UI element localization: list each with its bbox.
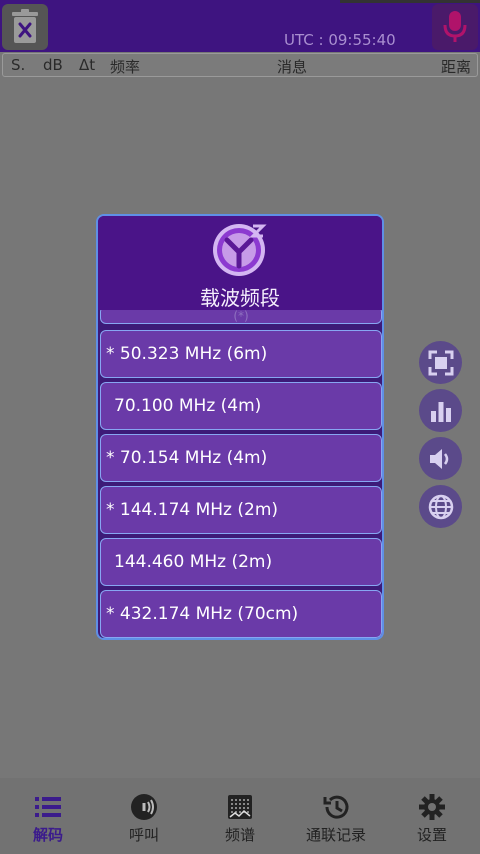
band-item[interactable]: (*) (100, 310, 382, 324)
band-item[interactable]: * 70.154 MHz (4m) (100, 434, 382, 482)
dialog-header: 载波频段 (98, 216, 382, 310)
gear-icon (417, 792, 447, 822)
globe-icon (428, 494, 453, 519)
band-item-label: (*) (233, 310, 249, 323)
nav-spectrum[interactable]: 频谱 (192, 778, 288, 854)
broadcast-icon (129, 792, 159, 822)
nav-settings-label: 设置 (416, 826, 447, 844)
nav-settings[interactable]: 设置 (384, 778, 480, 854)
nav-log[interactable]: 通联记录 (288, 778, 384, 854)
nav-call[interactable]: 呼叫 (96, 778, 192, 854)
transmit-button[interactable] (432, 4, 478, 50)
microphone-icon (443, 11, 467, 42)
dialog-title: 载波频段 (200, 286, 280, 310)
band-item[interactable]: * 50.323 MHz (6m) (100, 330, 382, 378)
fullscreen-button[interactable] (419, 341, 462, 384)
band-item[interactable]: * 144.174 MHz (2m) (100, 486, 382, 534)
band-item-label: * 50.323 MHz (6m) (106, 344, 268, 364)
column-distance: 距离 (441, 58, 472, 76)
band-item-label: * 70.154 MHz (4m) (106, 448, 268, 468)
column-db: dB (43, 56, 63, 74)
waterfall-icon (225, 792, 255, 822)
column-message: 消息 (277, 58, 308, 76)
spectrum-button[interactable] (419, 389, 462, 432)
band-list[interactable]: (*) * 50.323 MHz (6m) 70.100 MHz (4m) * … (98, 310, 382, 638)
nav-decode-label: 解码 (32, 826, 63, 844)
top-bar: UTC : 09:55:40 (0, 0, 480, 52)
map-button[interactable] (419, 485, 462, 528)
utc-clock: UTC : 09:55:40 (284, 31, 396, 49)
column-snr: S. (11, 56, 26, 74)
app-logo-icon (213, 224, 267, 276)
decode-column-header: S. dB Δt 频率 消息 距离 (2, 53, 478, 77)
volume-icon (429, 448, 448, 469)
band-item-label: * 432.174 MHz (70cm) (106, 604, 299, 624)
volume-button[interactable] (419, 437, 462, 480)
band-item[interactable]: 144.460 MHz (2m) (100, 538, 382, 586)
list-icon (33, 792, 63, 822)
column-frequency: 频率 (110, 58, 141, 76)
bottom-nav: 解码 呼叫 频谱 通联记录 设置 (0, 778, 480, 854)
status-strip (340, 0, 480, 3)
bar-chart-icon (430, 401, 451, 422)
nav-spectrum-label: 频谱 (224, 826, 255, 844)
band-item-label: 70.100 MHz (4m) (114, 396, 262, 416)
nav-log-label: 通联记录 (305, 826, 366, 844)
nav-decode[interactable]: 解码 (0, 778, 96, 854)
fullscreen-icon (428, 350, 453, 375)
history-icon (321, 792, 351, 822)
carrier-band-dialog: 载波频段 (*) * 50.323 MHz (6m) 70.100 MHz (4… (96, 214, 384, 640)
clear-decodes-button[interactable] (2, 4, 48, 50)
trash-icon (12, 9, 38, 43)
column-dt: Δt (79, 56, 96, 74)
nav-call-label: 呼叫 (128, 826, 159, 844)
band-item-label: * 144.174 MHz (2m) (106, 500, 279, 520)
band-item-label: 144.460 MHz (2m) (114, 552, 273, 572)
band-item[interactable]: 70.100 MHz (4m) (100, 382, 382, 430)
band-item[interactable]: * 432.174 MHz (70cm) (100, 590, 382, 638)
